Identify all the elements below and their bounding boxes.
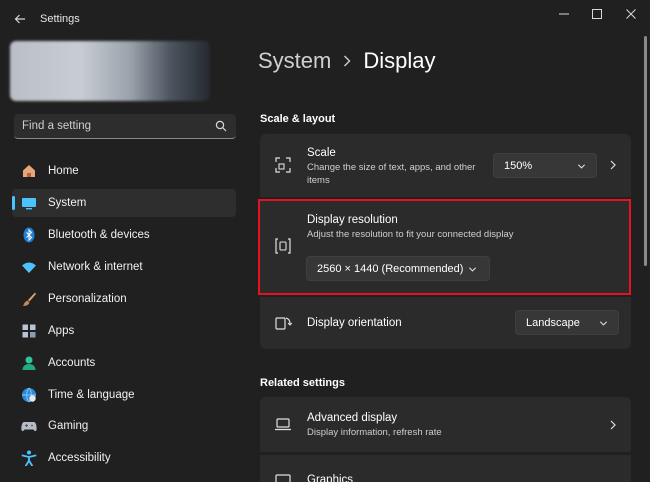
chevron-right-icon: [610, 420, 616, 430]
bluetooth-icon: [21, 227, 37, 243]
breadcrumb: System Display: [258, 48, 436, 74]
globe-clock-icon: [21, 387, 37, 403]
search-box[interactable]: Find a setting: [14, 114, 236, 139]
minimize-button[interactable]: [553, 6, 575, 22]
chevron-right-icon[interactable]: [608, 160, 618, 170]
sidebar-item-label: System: [48, 197, 87, 209]
sidebar-item-label: Gaming: [48, 420, 89, 432]
section-heading-related: Related settings: [260, 377, 345, 389]
advanced-display-card[interactable]: Advanced display Display information, re…: [260, 397, 631, 452]
sidebar-item-label: Network & internet: [48, 261, 143, 273]
highlight-box: [258, 199, 631, 295]
sidebar-item-time-language[interactable]: Time & language: [12, 381, 236, 409]
sidebar-item-label: Accessibility: [48, 452, 111, 464]
graphics-title: Graphics: [307, 474, 354, 482]
gamepad-icon: [21, 418, 37, 434]
chevron-right-icon: [344, 55, 351, 67]
section-heading-scale-layout: Scale & layout: [260, 113, 336, 125]
close-button[interactable]: [620, 6, 642, 22]
advanced-display-title: Advanced display: [307, 412, 398, 424]
sidebar-item-label: Time & language: [48, 389, 135, 401]
advanced-display-subtitle: Display information, refresh rate: [307, 427, 442, 438]
graphics-card[interactable]: Graphics: [260, 455, 631, 482]
laptop-icon: [275, 418, 291, 431]
scale-dropdown[interactable]: 150%: [493, 153, 597, 178]
sidebar-item-label: Accounts: [48, 357, 96, 369]
search-icon[interactable]: [215, 120, 227, 132]
sidebar-item-system[interactable]: System: [12, 189, 236, 217]
sidebar-item-personalization[interactable]: Personalization: [12, 285, 236, 313]
monitor-icon: [21, 195, 37, 211]
sidebar-item-network[interactable]: Network & internet: [12, 253, 236, 281]
sidebar-item-label: Apps: [48, 325, 75, 337]
sidebar-item-home[interactable]: Home: [12, 157, 236, 185]
maximize-icon: [592, 9, 602, 19]
close-icon: [626, 9, 636, 19]
scale-value: 150%: [504, 160, 533, 172]
sidebar-item-label: Bluetooth & devices: [48, 229, 150, 241]
scale-icon: [275, 157, 291, 173]
minimize-icon: [559, 13, 569, 15]
graphics-icon: [275, 474, 291, 482]
accessibility-icon: [21, 450, 37, 466]
orientation-icon: [275, 317, 292, 330]
scale-title: Scale: [307, 147, 336, 159]
orientation-title: Display orientation: [307, 317, 402, 329]
app-title: Settings: [40, 13, 80, 25]
sidebar-item-accounts[interactable]: Accounts: [12, 349, 236, 377]
chevron-down-icon: [599, 321, 608, 326]
scrollbar[interactable]: [644, 36, 647, 266]
home-icon: [21, 163, 37, 179]
sidebar-item-label: Home: [48, 165, 79, 177]
sidebar-item-accessibility[interactable]: Accessibility: [12, 444, 236, 472]
sidebar-item-bluetooth[interactable]: Bluetooth & devices: [12, 221, 236, 249]
maximize-button[interactable]: [586, 6, 608, 22]
chevron-down-icon: [577, 164, 586, 169]
breadcrumb-parent[interactable]: System: [258, 48, 331, 74]
paintbrush-icon: [21, 291, 37, 307]
user-profile-banner[interactable]: [10, 41, 210, 101]
sidebar-item-apps[interactable]: Apps: [12, 317, 236, 345]
orientation-value: Landscape: [526, 317, 580, 329]
scale-subtitle: Change the size of text, apps, and other…: [307, 162, 476, 186]
search-input[interactable]: Find a setting: [22, 120, 91, 132]
person-icon: [21, 355, 37, 371]
back-button[interactable]: [10, 9, 30, 29]
orientation-dropdown[interactable]: Landscape: [515, 310, 619, 335]
selection-indicator: [12, 196, 15, 210]
title-bar: Settings: [0, 0, 650, 36]
wifi-icon: [21, 259, 37, 275]
page-title: Display: [363, 48, 436, 73]
scale-card[interactable]: Scale Change the size of text, apps, and…: [260, 134, 631, 197]
sidebar-item-gaming[interactable]: Gaming: [12, 412, 236, 440]
sidebar-item-label: Personalization: [48, 293, 127, 305]
display-orientation-card: Display orientation Landscape: [260, 297, 631, 349]
arrow-left-icon: [14, 14, 25, 24]
apps-icon: [21, 323, 37, 339]
